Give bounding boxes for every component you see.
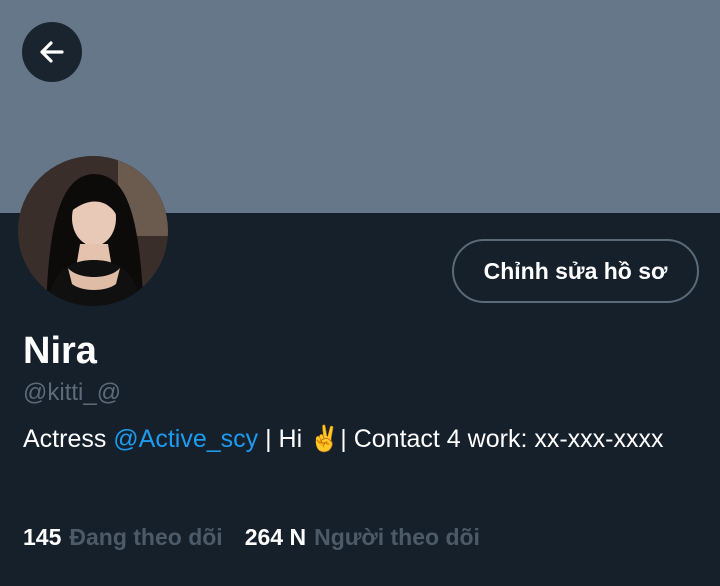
username-handle: @kitti_@ (23, 379, 122, 406)
avatar[interactable] (18, 156, 168, 306)
bio-suffix: | Contact 4 work: xx-xxx-xxxx (340, 425, 664, 453)
bio-middle: | Hi (258, 425, 310, 453)
followers-label: Người theo dõi (314, 524, 480, 550)
profile-stats: 145 Đang theo dõi 264 N Người theo dõi (23, 521, 480, 553)
followers-stat[interactable]: 264 N Người theo dõi (245, 521, 480, 553)
following-label: Đang theo dõi (69, 524, 223, 550)
victory-hand-emoji: ✌️ (309, 425, 341, 453)
bio-mention-link[interactable]: @Active_scy (113, 425, 258, 453)
followers-count: 264 N (244, 524, 307, 550)
following-count: 145 (23, 524, 62, 550)
display-name: Nira (23, 330, 97, 372)
arrow-left-icon (40, 41, 64, 63)
avatar-photo (18, 156, 168, 306)
profile-bio: Actress @Active_scy | Hi ✌️| Contact 4 w… (23, 422, 683, 456)
bio-prefix: Actress (23, 425, 114, 453)
edit-profile-button[interactable]: Chỉnh sửa hồ sơ (452, 239, 699, 303)
back-button[interactable] (22, 22, 82, 82)
following-stat[interactable]: 145 Đang theo dõi (23, 521, 223, 553)
